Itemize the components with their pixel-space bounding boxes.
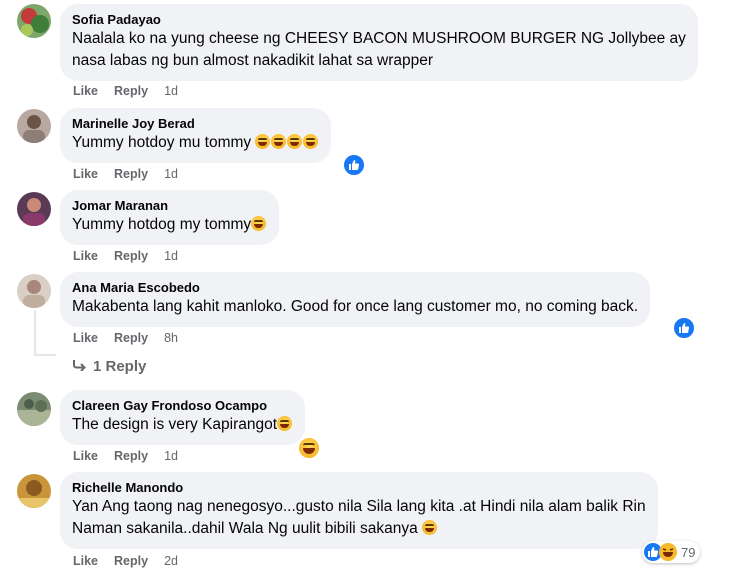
comment-bubble: Richelle Manondo Yan Ang taong nag neneg… bbox=[60, 472, 658, 549]
haha-reaction-icon[interactable] bbox=[297, 436, 321, 460]
avatar[interactable] bbox=[17, 474, 51, 508]
laughing-emoji-icon bbox=[251, 216, 267, 231]
comment-text: Makabenta lang kahit manloko. Good for o… bbox=[72, 298, 639, 315]
comment-timestamp[interactable]: 2d bbox=[164, 554, 178, 568]
laughing-emoji-icon bbox=[422, 520, 438, 535]
comment-text-line: nasa labas ng bun almost nakadikit lahat… bbox=[72, 52, 434, 69]
comment-timestamp[interactable]: 8h bbox=[164, 331, 178, 345]
comment-text-content: The design is very Kapirangot bbox=[72, 416, 278, 433]
avatar[interactable] bbox=[17, 192, 51, 226]
like-button[interactable]: Like bbox=[73, 84, 98, 98]
laughing-emoji-icon bbox=[271, 134, 287, 149]
avatar[interactable] bbox=[17, 4, 51, 38]
reply-button[interactable]: Reply bbox=[114, 167, 148, 181]
comment-author[interactable]: Sofia Padayao bbox=[72, 12, 686, 28]
haha-reaction-icon bbox=[659, 543, 677, 561]
comment-timestamp[interactable]: 1d bbox=[164, 249, 178, 263]
like-button[interactable]: Like bbox=[73, 249, 98, 263]
comment-text-line: Yan Ang taong nag nenegosyo...gusto nila… bbox=[72, 498, 646, 515]
avatar[interactable] bbox=[17, 109, 51, 143]
comment-bubble: Marinelle Joy Berad Yummy hotdoy mu tomm… bbox=[60, 108, 332, 163]
comment-text: Yummy hotdoy mu tommy bbox=[72, 132, 319, 154]
comment-text-content: Naman sakanila..dahil Wala Ng uulit bibi… bbox=[72, 520, 418, 537]
laughing-emoji-icon bbox=[255, 134, 271, 149]
view-replies-label[interactable]: 1 Reply bbox=[93, 358, 146, 375]
like-button[interactable]: Like bbox=[73, 554, 98, 568]
like-button[interactable]: Like bbox=[73, 449, 98, 463]
reply-button[interactable]: Reply bbox=[114, 84, 148, 98]
comment-actions: Like Reply 1d bbox=[73, 449, 178, 463]
reply-button[interactable]: Reply bbox=[114, 249, 148, 263]
reaction-count: 79 bbox=[681, 544, 696, 560]
avatar[interactable] bbox=[17, 392, 51, 426]
reply-button[interactable]: Reply bbox=[114, 449, 148, 463]
comment-author[interactable]: Clareen Gay Frondoso Ocampo bbox=[72, 398, 293, 414]
comment-text: The design is very Kapirangot bbox=[72, 414, 293, 436]
comment-actions: Like Reply 8h bbox=[73, 331, 178, 345]
comment-actions: Like Reply 1d bbox=[73, 84, 178, 98]
reply-button[interactable]: Reply bbox=[114, 554, 148, 568]
comment-text-content: Yummy hotdog my tommy bbox=[72, 216, 252, 233]
comment-text-line: Naman sakanila..dahil Wala Ng uulit bibi… bbox=[72, 518, 646, 540]
laughing-emoji-icon bbox=[287, 134, 303, 149]
thread-line bbox=[34, 310, 36, 356]
comment-timestamp[interactable]: 1d bbox=[164, 449, 178, 463]
comment-author[interactable]: Jomar Maranan bbox=[72, 198, 267, 214]
comment-timestamp[interactable]: 1d bbox=[164, 84, 178, 98]
comment-text-content: Yummy hotdoy mu tommy bbox=[72, 134, 252, 151]
laughing-emoji-icon bbox=[303, 134, 319, 149]
reaction-summary[interactable]: 79 bbox=[642, 541, 701, 563]
avatar[interactable] bbox=[17, 274, 51, 308]
comment-actions: Like Reply 1d bbox=[73, 249, 178, 263]
comment-text: Yummy hotdog my tommy bbox=[72, 214, 267, 236]
comment-bubble: Clareen Gay Frondoso Ocampo The design i… bbox=[60, 390, 306, 445]
thread-line-curve bbox=[34, 354, 56, 356]
like-button[interactable]: Like bbox=[73, 167, 98, 181]
comment-actions: Like Reply 1d bbox=[73, 167, 178, 181]
comment-bubble: Sofia Padayao Naalala ko na yung cheese … bbox=[60, 4, 698, 81]
comment-author[interactable]: Ana Maria Escobedo bbox=[72, 280, 638, 296]
comment-bubble: Ana Maria Escobedo Makabenta lang kahit … bbox=[60, 272, 651, 327]
comment-text-line: Naalala ko na yung cheese ng CHEESY BACO… bbox=[72, 30, 686, 47]
like-reaction-icon[interactable] bbox=[342, 153, 366, 177]
comment-author[interactable]: Marinelle Joy Berad bbox=[72, 116, 319, 132]
comment-author[interactable]: Richelle Manondo bbox=[72, 480, 646, 496]
reply-arrow-icon bbox=[73, 358, 87, 375]
comment-actions: Like Reply 2d bbox=[73, 554, 178, 568]
like-reaction-icon[interactable] bbox=[672, 316, 696, 340]
laughing-emoji-icon bbox=[277, 416, 293, 431]
reply-button[interactable]: Reply bbox=[114, 331, 148, 345]
comment-timestamp[interactable]: 1d bbox=[164, 167, 178, 181]
comment-bubble: Jomar Maranan Yummy hotdog my tommy bbox=[60, 190, 280, 245]
like-button[interactable]: Like bbox=[73, 331, 98, 345]
view-replies-link[interactable]: 1 Reply bbox=[73, 358, 146, 375]
